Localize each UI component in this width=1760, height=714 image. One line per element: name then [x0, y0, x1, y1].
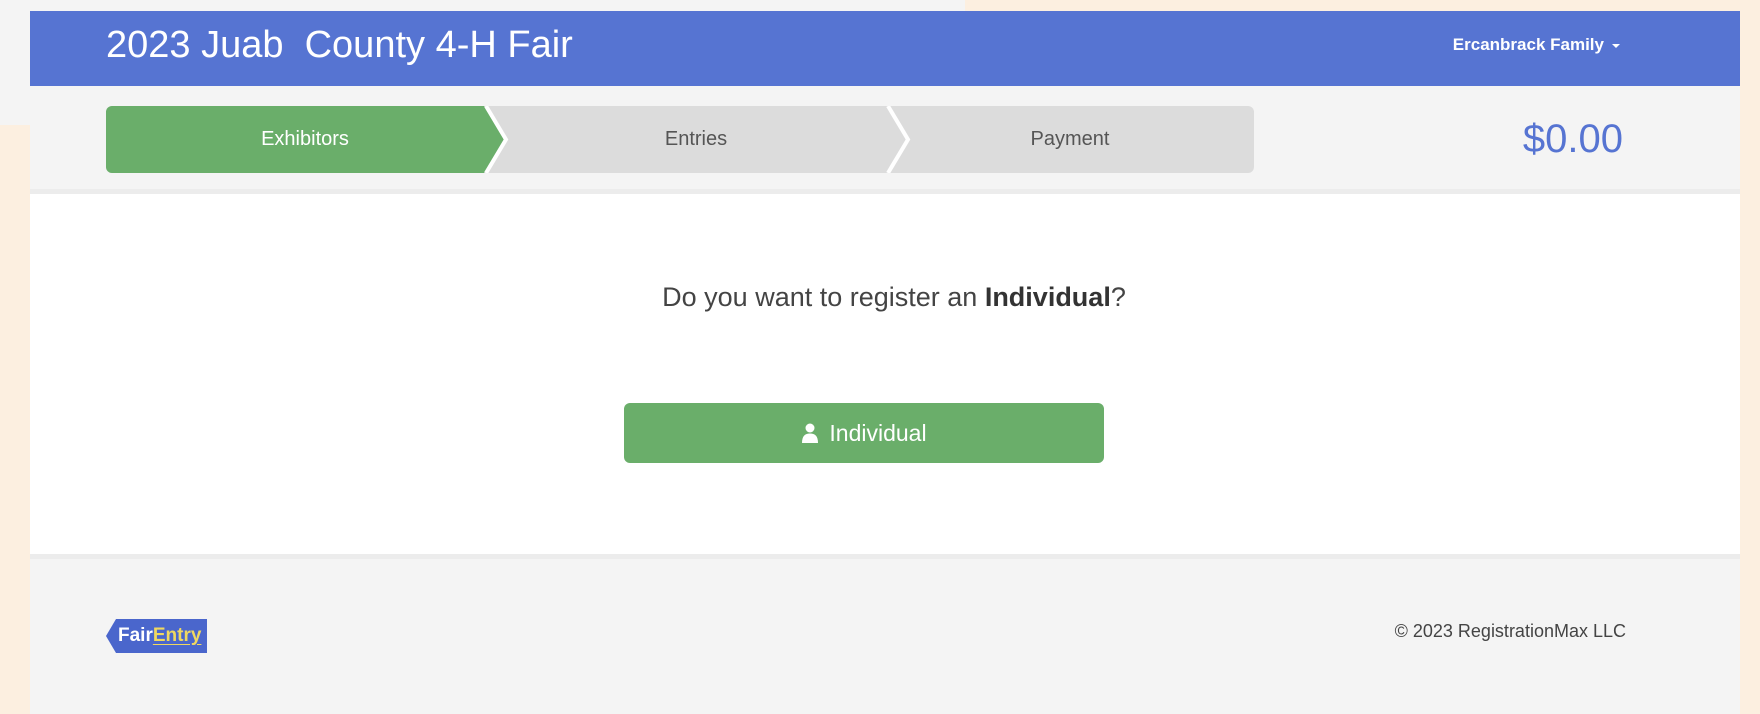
- progress-bar: Exhibitors Entries Payment $0.00: [30, 86, 1740, 194]
- question-suffix: ?: [1110, 282, 1126, 312]
- user-menu-label: Ercanbrack Family: [1452, 35, 1604, 54]
- fairentry-logo[interactable]: Fair Entry: [106, 619, 208, 653]
- question-prefix: Do you want to register an: [662, 282, 985, 312]
- main-content: Do you want to register an Individual? I…: [30, 194, 1740, 554]
- copyright-text: © 2023 RegistrationMax LLC: [1394, 621, 1626, 641]
- user-icon: [802, 423, 819, 443]
- register-question: Do you want to register an Individual?: [30, 282, 1758, 313]
- top-navbar: 2023 Juab County 4-H Fair Ercanbrack Fam…: [30, 11, 1740, 86]
- app-window: 2023 Juab County 4-H Fair Ercanbrack Fam…: [30, 11, 1740, 714]
- logo-entry-text: Entry: [152, 625, 202, 646]
- page: 2023 Juab County 4-H Fair Ercanbrack Fam…: [0, 0, 1760, 714]
- step-exhibitors[interactable]: Exhibitors: [106, 106, 504, 173]
- step-tracker: Exhibitors Entries Payment: [106, 106, 1254, 173]
- cart-total: $0.00: [1522, 117, 1623, 161]
- step-entries[interactable]: Entries: [506, 106, 886, 173]
- user-menu-dropdown[interactable]: Ercanbrack Family: [1453, 35, 1620, 55]
- fairentry-logo-tag: Fair Entry: [106, 619, 208, 653]
- fair-title[interactable]: 2023 Juab County 4-H Fair: [106, 24, 573, 67]
- step-payment-label: Payment: [1030, 128, 1110, 150]
- step-exhibitors-label: Exhibitors: [261, 128, 349, 150]
- register-individual-button[interactable]: Individual: [624, 403, 1104, 463]
- footer: Fair Entry © 2023 RegistrationMax LLC: [30, 554, 1740, 714]
- logo-fair-text: Fair: [118, 625, 153, 646]
- step-entries-label: Entries: [664, 128, 728, 150]
- caret-down-icon: [1612, 43, 1620, 48]
- step-payment[interactable]: Payment: [886, 106, 1254, 173]
- question-bold: Individual: [984, 282, 1111, 312]
- individual-button-label: Individual: [829, 419, 927, 446]
